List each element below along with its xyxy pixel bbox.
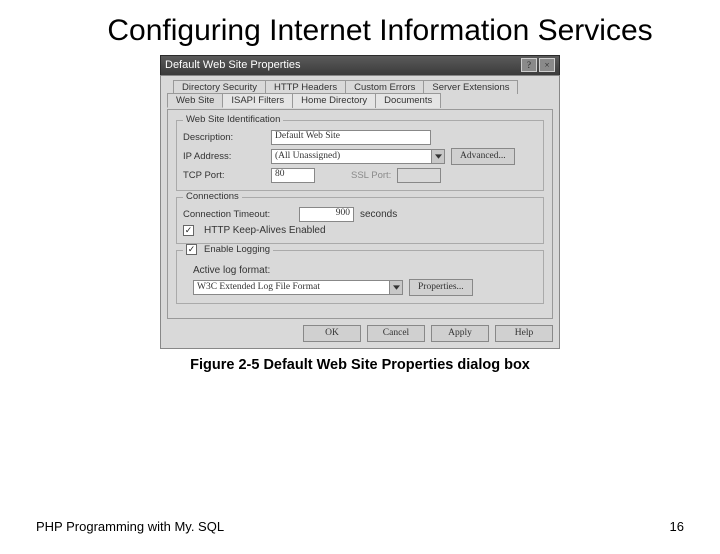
log-properties-button[interactable]: Properties... (409, 279, 473, 296)
log-format-value: W3C Extended Log File Format (194, 282, 389, 292)
ssl-port-label: SSL Port: (351, 170, 391, 181)
keepalive-label: HTTP Keep-Alives Enabled (204, 225, 326, 236)
tab-isapi-filters[interactable]: ISAPI Filters (222, 93, 293, 108)
group-connections: Connections Connection Timeout: 900 seco… (176, 197, 544, 244)
slide-title: Configuring Internet Information Service… (80, 14, 680, 49)
enable-logging-checkbox[interactable] (186, 244, 197, 255)
chevron-down-icon[interactable] (431, 150, 444, 163)
dialog-button-row: OK Cancel Apply Help (167, 325, 553, 342)
tab-web-site[interactable]: Web Site (167, 93, 223, 108)
cancel-button[interactable]: Cancel (367, 325, 425, 342)
properties-dialog: Default Web Site Properties ? × Director… (160, 55, 560, 349)
tab-http-headers[interactable]: HTTP Headers (265, 80, 346, 94)
chevron-down-icon[interactable] (389, 281, 402, 294)
figure-caption: Figure 2-5 Default Web Site Properties d… (0, 357, 720, 373)
tab-custom-errors[interactable]: Custom Errors (345, 80, 424, 94)
slide-page-number: 16 (670, 519, 684, 534)
enable-logging-legend: Enable Logging (183, 244, 273, 255)
close-button[interactable]: × (539, 58, 555, 72)
enable-logging-label: Enable Logging (204, 244, 270, 255)
apply-button[interactable]: Apply (431, 325, 489, 342)
connection-timeout-input[interactable]: 900 (299, 207, 354, 222)
keepalive-checkbox[interactable] (183, 225, 194, 236)
tab-server-extensions[interactable]: Server Extensions (423, 80, 518, 94)
group-web-site-identification: Web Site Identification Description: Def… (176, 120, 544, 191)
advanced-button[interactable]: Advanced... (451, 148, 515, 165)
connection-timeout-unit: seconds (360, 209, 397, 220)
ip-address-value: (All Unassigned) (272, 151, 431, 161)
tab-directory-security[interactable]: Directory Security (173, 80, 266, 94)
group-legend-conn: Connections (183, 191, 242, 202)
ip-address-combo[interactable]: (All Unassigned) (271, 149, 445, 164)
window-title: Default Web Site Properties (165, 59, 519, 71)
slide-footer: PHP Programming with My. SQL (36, 519, 224, 534)
group-logging: Enable Logging Active log format: W3C Ex… (176, 250, 544, 304)
titlebar[interactable]: Default Web Site Properties ? × (160, 55, 560, 75)
help-button-bottom[interactable]: Help (495, 325, 553, 342)
connection-timeout-label: Connection Timeout: (183, 209, 293, 220)
description-label: Description: (183, 132, 265, 143)
ok-button[interactable]: OK (303, 325, 361, 342)
tcp-port-label: TCP Port: (183, 170, 265, 181)
tcp-port-input[interactable]: 80 (271, 168, 315, 183)
log-format-label: Active log format: (193, 265, 537, 276)
ip-address-label: IP Address: (183, 151, 265, 162)
tab-strip: Directory Security HTTP Headers Custom E… (167, 80, 553, 110)
group-legend-ident: Web Site Identification (183, 114, 283, 125)
log-format-combo[interactable]: W3C Extended Log File Format (193, 280, 403, 295)
tab-documents[interactable]: Documents (375, 93, 441, 108)
tab-home-directory[interactable]: Home Directory (292, 93, 376, 108)
description-input[interactable]: Default Web Site (271, 130, 431, 145)
help-button[interactable]: ? (521, 58, 537, 72)
ssl-port-input (397, 168, 441, 183)
